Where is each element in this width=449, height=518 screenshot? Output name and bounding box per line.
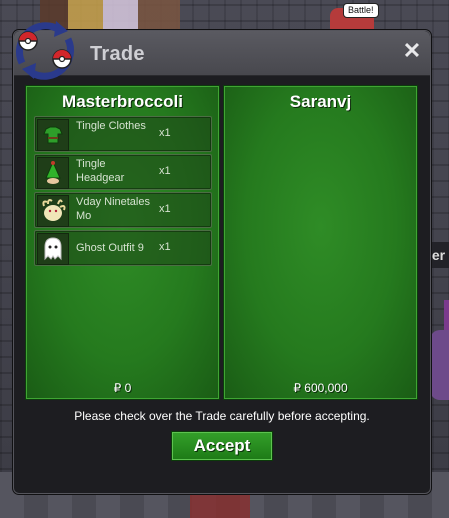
- trade-window: Trade ✕ Masterbroccoli Tingle Clothes x1: [13, 21, 431, 494]
- item-name: Ghost Outfit 9: [76, 242, 144, 254]
- trade-item[interactable]: Ghost Outfit 9 x1: [34, 230, 212, 266]
- partner-offer-panel: Saranvj ₽ 600,000: [223, 85, 418, 400]
- background-sprite-edge: [444, 300, 449, 330]
- trade-arrows-pokeball-icon: [15, 21, 75, 80]
- item-quantity: x1: [159, 127, 171, 139]
- item-name: Vday Ninetales Mo: [76, 196, 150, 222]
- battle-speech-bubble[interactable]: Battle!: [343, 3, 379, 18]
- item-quantity: x1: [159, 203, 171, 215]
- accept-button[interactable]: Accept: [171, 431, 273, 461]
- trade-item[interactable]: Vday Ninetales Mo x1: [34, 192, 212, 228]
- window-title: Trade: [90, 43, 145, 65]
- tingle-headgear-icon: [37, 157, 69, 189]
- item-quantity: x1: [159, 165, 171, 177]
- close-icon[interactable]: ✕: [402, 40, 422, 62]
- item-quantity: x1: [159, 241, 171, 253]
- money-offer: ₽ 600,000: [293, 381, 348, 395]
- player-name: Saranvj: [289, 92, 352, 111]
- player-name: Masterbroccoli: [62, 92, 183, 111]
- background-sprite-purple: [430, 330, 449, 400]
- side-panel-tab[interactable]: er: [428, 242, 449, 268]
- item-name: Tingle Clothes: [76, 120, 146, 132]
- vday-ninetales-icon: [37, 195, 69, 227]
- trade-item[interactable]: Tingle Clothes x1: [34, 116, 212, 152]
- trade-item[interactable]: Tingle Headgear x1: [34, 154, 212, 190]
- item-name: Tingle Headgear: [76, 158, 125, 184]
- tingle-clothes-icon: [37, 119, 69, 151]
- my-offer-panel: Masterbroccoli Tingle Clothes x1 Tingle …: [25, 85, 220, 400]
- money-offer: ₽ 0: [113, 381, 132, 395]
- trade-notice: Please check over the Trade carefully be…: [74, 409, 370, 423]
- ghost-outfit-icon: [37, 233, 69, 265]
